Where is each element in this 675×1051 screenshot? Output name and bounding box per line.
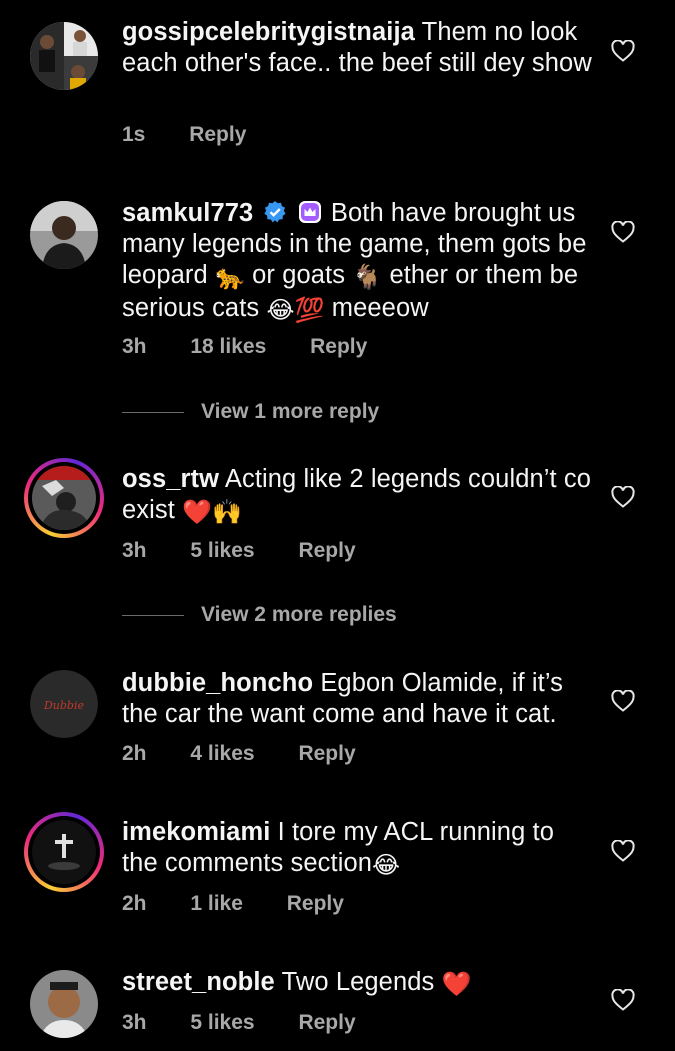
- reply-button[interactable]: Reply: [298, 742, 355, 765]
- comment-item: gossipcelebritygistnaija Them no look ea…: [0, 0, 675, 170]
- comment-text: street_noble Two Legends ❤️: [122, 967, 592, 1000]
- comment-username[interactable]: oss_rtw: [122, 465, 219, 493]
- avatar-story-ring[interactable]: [24, 458, 104, 538]
- reply-button[interactable]: Reply: [298, 1011, 355, 1034]
- comment-time: 1s: [122, 123, 146, 146]
- avatar: [32, 466, 96, 530]
- comment-username[interactable]: gossipcelebritygistnaija: [122, 18, 415, 46]
- avatar-story-ring[interactable]: [24, 812, 104, 892]
- laugh-emoji: 😂: [372, 852, 401, 879]
- comment-time: 3h: [122, 335, 147, 358]
- comment-username[interactable]: dubbie_honcho: [122, 669, 313, 697]
- like-count[interactable]: 5 likes: [190, 539, 254, 562]
- avatar[interactable]: Dubbie: [30, 670, 98, 738]
- heart-outline-icon[interactable]: [611, 221, 635, 243]
- avatar[interactable]: [30, 970, 98, 1038]
- like-count[interactable]: 5 likes: [190, 1011, 254, 1034]
- comment-username[interactable]: imekomiami: [122, 818, 270, 846]
- leopard-emoji: 🐆: [214, 264, 245, 291]
- comment-body: meeeow: [331, 294, 429, 322]
- goat-emoji: 🐐: [352, 264, 383, 291]
- heart-outline-icon[interactable]: [611, 690, 635, 712]
- hundred-emoji: 💯: [294, 297, 325, 324]
- comment-time: 3h: [122, 539, 147, 562]
- comment-body: or goats: [252, 261, 346, 289]
- comment-meta: 3h 5 likes Reply: [122, 1011, 394, 1035]
- like-count[interactable]: 4 likes: [190, 742, 254, 765]
- red-heart-emoji: ❤️: [441, 971, 472, 998]
- avatar-logo-text: Dubbie: [43, 699, 85, 712]
- reply-button[interactable]: Reply: [310, 335, 367, 358]
- view-more-replies[interactable]: View 2 more replies: [122, 603, 397, 627]
- reply-button[interactable]: Reply: [287, 892, 344, 915]
- laugh-emoji: 😂: [266, 297, 295, 324]
- comment-text: samkul773 Both have brought us many lege…: [122, 198, 592, 326]
- comment-meta: 2h 4 likes Reply: [122, 742, 394, 766]
- comment-meta: 2h 1 like Reply: [122, 892, 382, 916]
- comment-text: oss_rtw Acting like 2 legends couldn’t c…: [122, 464, 592, 528]
- divider: [122, 614, 184, 616]
- comment-username[interactable]: street_noble: [122, 968, 275, 996]
- avatar: [32, 820, 96, 884]
- heart-outline-icon[interactable]: [611, 486, 635, 508]
- comment-text: dubbie_honcho Egbon Olamide, if it’s the…: [122, 668, 592, 730]
- avatar[interactable]: [30, 201, 98, 269]
- heart-hands-emoji: ❤️🙌: [182, 499, 243, 526]
- comment-body: Two Legends: [281, 968, 435, 996]
- view-more-label[interactable]: View 2 more replies: [201, 603, 397, 626]
- avatar[interactable]: [30, 22, 98, 90]
- comment-time: 2h: [122, 742, 147, 765]
- like-count[interactable]: 1 like: [190, 892, 243, 915]
- comment-time: 3h: [122, 1011, 147, 1034]
- comment-meta: 1s Reply: [122, 123, 284, 147]
- verified-badge-icon: [263, 201, 286, 223]
- view-more-label[interactable]: View 1 more reply: [201, 400, 379, 423]
- heart-outline-icon[interactable]: [611, 989, 635, 1011]
- view-more-replies[interactable]: View 1 more reply: [122, 400, 379, 424]
- like-count[interactable]: 18 likes: [190, 335, 266, 358]
- divider: [122, 411, 184, 413]
- reply-button[interactable]: Reply: [189, 123, 246, 146]
- comment-meta: 3h 18 likes Reply: [122, 335, 405, 359]
- crown-badge-icon: [298, 201, 321, 223]
- heart-outline-icon[interactable]: [611, 840, 635, 862]
- comment-time: 2h: [122, 892, 147, 915]
- comment-username[interactable]: samkul773: [122, 199, 253, 227]
- reply-button[interactable]: Reply: [298, 539, 355, 562]
- heart-outline-icon[interactable]: [611, 40, 635, 62]
- comment-meta: 3h 5 likes Reply: [122, 539, 394, 563]
- comment-text: imekomiami I tore my ACL running to the …: [122, 817, 592, 881]
- comment-text: gossipcelebritygistnaija Them no look ea…: [122, 17, 592, 79]
